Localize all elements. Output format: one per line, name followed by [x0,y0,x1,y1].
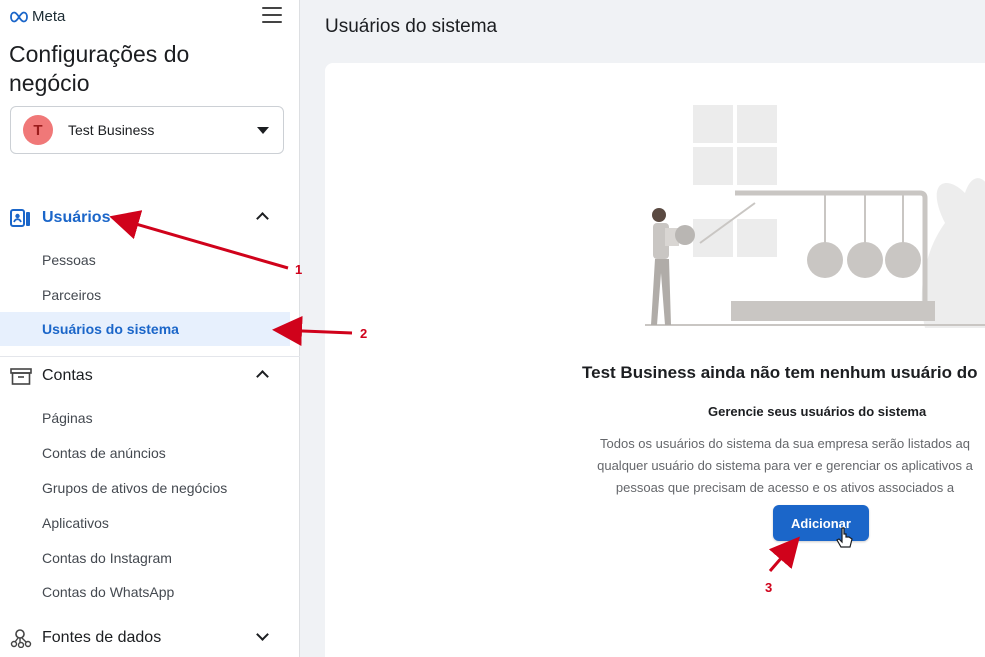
meta-logo-text: Meta [32,8,66,25]
nav-item-aplicativos[interactable]: Aplicativos [0,506,290,540]
add-system-user-button[interactable]: Adicionar [773,505,869,541]
section-usuarios-label: Usuários [42,209,111,226]
menu-icon[interactable] [262,7,282,25]
description-line-2: qualquer usuário do sistema para ver e g… [597,458,973,473]
main-page-title: Usuários do sistema [325,16,498,37]
business-avatar: T [23,115,53,145]
nav-item-contas-do-instagram[interactable]: Contas do Instagram [0,541,290,575]
data-sources-icon [10,629,32,648]
section-usuarios[interactable]: Usuários [0,200,300,236]
caret-down-icon [257,127,269,134]
nav-item-usuarios-do-sistema[interactable]: Usuários do sistema [0,312,290,346]
description-line-3: pessoas que precisam de acesso e os ativ… [615,480,955,495]
nav-item-grupos-de-ativos[interactable]: Grupos de ativos de negócios [0,471,290,505]
newtons-cradle-illustration [645,105,985,328]
nav-item-paginas[interactable]: Páginas [0,401,290,435]
chevron-up-icon[interactable] [256,370,269,383]
business-name: Test Business [68,122,155,138]
empty-state-card: Test Business ainda não tem nenhum usuár… [325,63,985,657]
business-selector[interactable]: T Test Business [10,106,284,154]
meta-logo[interactable]: Meta [9,8,65,25]
annotation-label-3: 3 [765,580,773,595]
annotation-label-2: 2 [360,326,368,341]
annotation-label-1: 1 [295,262,303,277]
chevron-down-icon[interactable] [256,628,269,641]
sidebar-divider [0,356,300,357]
chevron-up-icon[interactable] [256,212,269,225]
section-fontes-label: Fontes de dados [42,629,162,646]
nav-item-contas-do-whatsapp[interactable]: Contas do WhatsApp [0,575,290,609]
section-contas-label: Contas [42,367,93,384]
archive-icon [10,368,32,385]
nav-item-contas-de-anuncios[interactable]: Contas de anúncios [0,436,290,470]
empty-state-subtitle: Gerencie seus usuários do sistema [708,404,927,419]
empty-state-title: Test Business ainda não tem nenhum usuár… [582,363,978,382]
users-icon [10,209,30,227]
sidebar: Meta Configurações do negócio T Test Bus… [0,0,300,657]
nav-item-parceiros[interactable]: Parceiros [0,278,290,312]
description-line-1: Todos os usuários do sistema da sua empr… [600,436,970,451]
section-contas[interactable]: Contas [0,358,300,394]
meta-infinity-icon [10,11,28,22]
nav-item-pessoas[interactable]: Pessoas [0,243,290,277]
section-fontes-de-dados[interactable]: Fontes de dados [0,620,300,656]
empty-state-description: Todos os usuários do sistema da sua empr… [565,433,985,499]
page-heading: Configurações do negócio [9,41,190,96]
